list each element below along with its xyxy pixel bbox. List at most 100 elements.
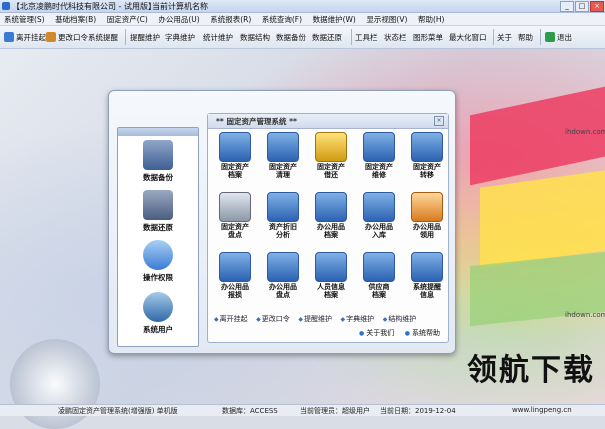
left-nav-panel: 数据备份 数据还原 操作权限 系统用户 bbox=[117, 127, 199, 347]
panel-close-icon[interactable]: × bbox=[434, 116, 444, 126]
suspend-icon bbox=[4, 32, 14, 42]
office-archive-icon bbox=[315, 192, 347, 222]
nav-restore[interactable]: 数据还原 bbox=[118, 190, 198, 233]
module-asset-lending[interactable]: 固定资产 借还 bbox=[308, 132, 354, 179]
left-panel-header bbox=[118, 128, 198, 136]
menu-help[interactable]: 帮助(H) bbox=[414, 13, 449, 25]
maximize-icon[interactable]: □ bbox=[575, 1, 589, 12]
exit-icon bbox=[545, 32, 555, 42]
module-asset-transfer[interactable]: 固定资产 转移 bbox=[404, 132, 450, 179]
title-bar: 【北京凌鹏时代科技有限公司 - 试用版】 当前计算机名称 _ □ × bbox=[0, 0, 605, 13]
asset-archive-icon bbox=[219, 132, 251, 162]
menu-query[interactable]: 系统查询(F) bbox=[258, 13, 306, 25]
office-inventory-icon bbox=[267, 252, 299, 282]
app-icon bbox=[2, 2, 10, 10]
module-staff-archive[interactable]: 人员信息 档案 bbox=[308, 252, 354, 299]
status-url: www.lingpeng.cn bbox=[512, 406, 572, 414]
quick-link-reminder-maint[interactable]: 提醒维护 bbox=[298, 314, 332, 324]
toolbar-backup-button[interactable]: 数据备份 bbox=[276, 29, 306, 45]
decor-shape bbox=[470, 86, 605, 186]
module-asset-repair[interactable]: 固定资产 维修 bbox=[356, 132, 402, 179]
close-icon[interactable]: × bbox=[590, 1, 604, 12]
asset-inventory-icon bbox=[219, 192, 251, 222]
main-menu-dialog: 数据备份 数据还原 操作权限 系统用户 ** 固定资产管理系统 ** × 固定资… bbox=[108, 90, 456, 354]
menu-view[interactable]: 显示视图(V) bbox=[362, 13, 411, 25]
toolbar-help-button[interactable]: 帮助 bbox=[518, 29, 533, 45]
office-stock-in-icon bbox=[363, 192, 395, 222]
toolbar-separator bbox=[540, 29, 541, 45]
menu-basic-files[interactable]: 基础档案(B) bbox=[51, 13, 100, 25]
nav-permissions[interactable]: 操作权限 bbox=[118, 240, 198, 283]
quick-link-suspend[interactable]: 离开挂起 bbox=[214, 314, 248, 324]
toolbar-separator bbox=[351, 29, 352, 45]
toolbar-dictionary-button[interactable]: 字典维护 bbox=[165, 29, 195, 45]
module-office-stock-in[interactable]: 办公用品 入库 bbox=[356, 192, 402, 239]
nav-system-users[interactable]: 系统用户 bbox=[118, 292, 198, 335]
module-office-inventory[interactable]: 办公用品 盘点 bbox=[260, 252, 306, 299]
supplier-archive-icon bbox=[363, 252, 395, 282]
quick-link-change-password[interactable]: 更改口令 bbox=[256, 314, 290, 324]
asset-transfer-icon bbox=[411, 132, 443, 162]
nav-backup[interactable]: 数据备份 bbox=[118, 140, 198, 183]
toolbar-statistics-button[interactable]: 统计维护 bbox=[203, 29, 233, 45]
module-reminder-info[interactable]: 系统提醒 信息 bbox=[404, 252, 450, 299]
window-subtitle: 当前计算机名称 bbox=[152, 2, 208, 11]
quick-link-structure[interactable]: 结构维护 bbox=[383, 314, 416, 324]
brand-watermark: 领航下载 bbox=[467, 345, 595, 389]
module-depreciation-analysis[interactable]: 资产折旧 分析 bbox=[260, 192, 306, 239]
backup-icon bbox=[143, 140, 173, 170]
module-panel-title: ** 固定资产管理系统 ** bbox=[216, 117, 297, 126]
module-panel-header: ** 固定资产管理系统 ** × bbox=[208, 114, 448, 129]
asset-repair-icon bbox=[363, 132, 395, 162]
toolbar-separator bbox=[493, 29, 494, 45]
site-watermark: ihdown.com bbox=[565, 128, 605, 136]
toolbar-reminder-maint-button[interactable]: 提醒维护 bbox=[130, 29, 160, 45]
menu-data-maintenance[interactable]: 数据维护(W) bbox=[309, 13, 360, 25]
permission-icon bbox=[143, 240, 173, 270]
toolbar-restore-button[interactable]: 数据还原 bbox=[312, 29, 342, 45]
toolbar-toolbar-toggle-button[interactable]: 工具栏 bbox=[355, 29, 378, 45]
menu-fixed-assets[interactable]: 固定资产(C) bbox=[103, 13, 152, 25]
password-icon bbox=[46, 32, 56, 42]
toolbar-suspend-button[interactable]: 离开挂起 bbox=[4, 29, 46, 45]
toolbar-maximize-window-button[interactable]: 最大化窗口 bbox=[449, 29, 487, 45]
module-asset-archive[interactable]: 固定资产 档案 bbox=[212, 132, 258, 179]
menu-office-supplies[interactable]: 办公用品(U) bbox=[154, 13, 203, 25]
toolbar-graphic-menu-button[interactable]: 图形菜单 bbox=[413, 29, 443, 45]
quick-links: 离开挂起 更改口令 提醒维护 字典维护 结构维护 bbox=[214, 314, 446, 324]
restore-icon bbox=[143, 190, 173, 220]
menu-system[interactable]: 系统管理(S) bbox=[0, 13, 49, 25]
system-help-button[interactable]: 系统帮助 bbox=[405, 328, 440, 338]
toolbar-change-password-button[interactable]: 更改口令 bbox=[46, 29, 88, 45]
menu-reports[interactable]: 系统报表(R) bbox=[206, 13, 255, 25]
quick-link-dictionary[interactable]: 字典维护 bbox=[341, 314, 374, 324]
staff-archive-icon bbox=[315, 252, 347, 282]
module-asset-inventory[interactable]: 固定资产 盘点 bbox=[212, 192, 258, 239]
office-writeoff-icon bbox=[219, 252, 251, 282]
module-office-archive[interactable]: 办公用品 档案 bbox=[308, 192, 354, 239]
user-icon bbox=[143, 292, 173, 322]
toolbar-data-structure-button[interactable]: 数据结构 bbox=[240, 29, 270, 45]
minimize-icon[interactable]: _ bbox=[560, 1, 574, 12]
about-us-button[interactable]: 关于我们 bbox=[359, 328, 394, 338]
toolbar-statusbar-toggle-button[interactable]: 状态栏 bbox=[384, 29, 407, 45]
module-office-requisition[interactable]: 办公用品 领用 bbox=[404, 192, 450, 239]
toolbar-reminder-button[interactable]: 系统提醒 bbox=[88, 29, 118, 45]
office-requisition-icon bbox=[411, 192, 443, 222]
toolbar-exit-button[interactable]: 退出 bbox=[545, 29, 572, 45]
asset-disposal-icon bbox=[267, 132, 299, 162]
module-panel: ** 固定资产管理系统 ** × 固定资产 档案 固定资产 清理 固定资产 借还 固定… bbox=[207, 113, 449, 343]
asset-lending-icon bbox=[315, 132, 347, 162]
toolbar: 离开挂起 更改口令 系统提醒 提醒维护 字典维护 统计维护 数据结构 数据备份 … bbox=[0, 26, 605, 49]
module-office-writeoff[interactable]: 办公用品 报损 bbox=[212, 252, 258, 299]
menu-bar: 系统管理(S) 基础档案(B) 固定资产(C) 办公用品(U) 系统报表(R) … bbox=[0, 13, 605, 26]
window-title: 【北京凌鹏时代科技有限公司 - 试用版】 bbox=[12, 2, 156, 11]
toolbar-about-button[interactable]: 关于 bbox=[497, 29, 512, 45]
toolbar-separator bbox=[125, 29, 126, 45]
depreciation-icon bbox=[267, 192, 299, 222]
status-bar: 凌鹏固定资产管理系统(增强版) 单机版 数据库：ACCESS 当前管理员：超级用… bbox=[0, 404, 605, 416]
reminder-info-icon bbox=[411, 252, 443, 282]
module-supplier-archive[interactable]: 供应商 档案 bbox=[356, 252, 402, 299]
module-asset-disposal[interactable]: 固定资产 清理 bbox=[260, 132, 306, 179]
panel-footer: 关于我们 系统帮助 bbox=[351, 328, 440, 338]
